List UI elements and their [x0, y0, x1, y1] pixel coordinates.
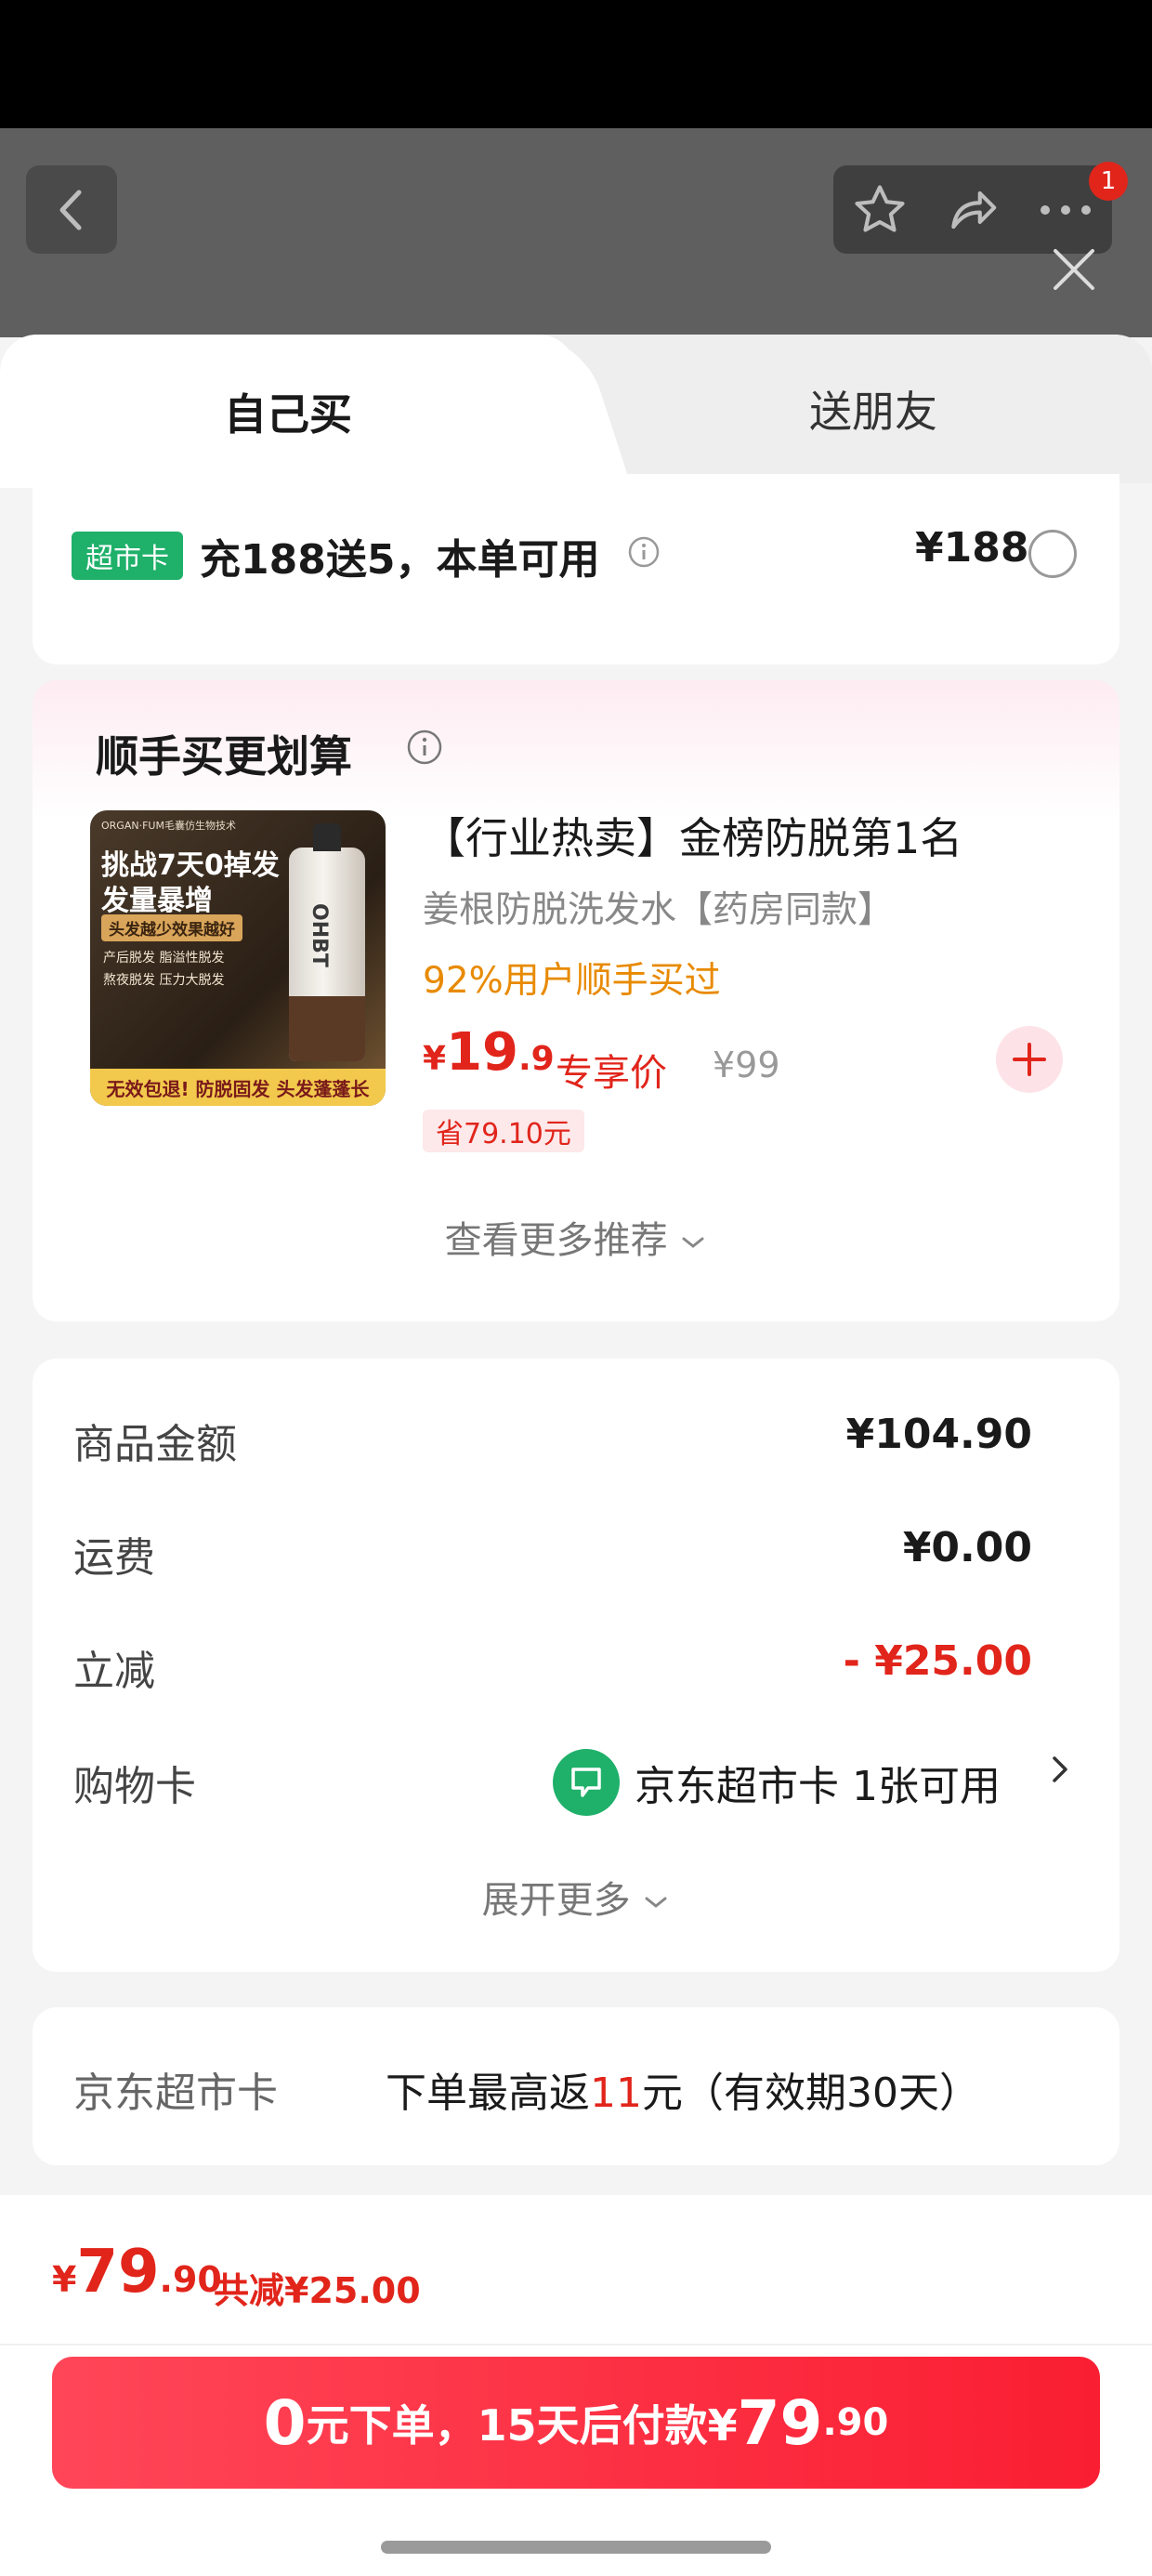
checkout-sheet: 自己买 送朋友 超市卡 充188送5，本单可用 ¥188 顺手买更划算 ORGA… — [0, 335, 1152, 2576]
product-image-headline-2: 发量暴增 — [101, 885, 213, 917]
submit-text: 元下单，15天后付款¥ — [306, 2400, 738, 2451]
plus-icon — [1013, 1043, 1046, 1076]
product-image-bullet-2: 熬夜脱发 压力大脱发 — [103, 973, 225, 988]
shipping-value: ¥0.00 — [902, 1524, 1032, 1571]
favorite-button[interactable] — [833, 165, 926, 254]
star-icon — [855, 184, 905, 232]
tab-self-buy[interactable]: 自己买 — [0, 335, 576, 488]
submit-amount-int: 79 — [737, 2386, 823, 2459]
total-currency: ¥ — [52, 2259, 77, 2300]
info-icon[interactable] — [627, 535, 661, 569]
see-more-recommendations[interactable]: 查看更多推荐 — [33, 1210, 1119, 1264]
product-image[interactable]: ORGAN·FUM毛囊仿生物技术 挑战7天0掉发 发量暴增 头发越少效果越好 产… — [90, 810, 386, 1106]
header-actions — [833, 165, 1112, 254]
subtotal-value: ¥104.90 — [845, 1411, 1032, 1458]
home-indicator[interactable] — [381, 2541, 771, 2554]
submit-zero: 0 — [263, 2386, 307, 2459]
chevron-down-icon — [645, 1897, 667, 1908]
total-integer: 79 — [76, 2238, 160, 2307]
share-button[interactable] — [926, 165, 1019, 254]
product-subtitle: 姜根防脱洗发水【药房同款】 — [423, 889, 895, 931]
notification-badge: 1 — [1089, 162, 1128, 201]
discount-value: - ¥25.00 — [843, 1637, 1032, 1685]
topup-price: ¥188 — [915, 524, 1029, 572]
product-bought-rate: 92%用户顺手买过 — [423, 960, 721, 1002]
submit-amount-dec: .90 — [822, 2401, 889, 2444]
product-image-caption: ORGAN·FUM毛囊仿生物技术 — [101, 820, 236, 832]
product-price: ¥19.9 — [423, 1022, 555, 1083]
more-dots-icon — [1041, 204, 1091, 215]
recommendation-card: 顺手买更划算 ORGAN·FUM毛囊仿生物技术 挑战7天0掉发 发量暴增 头发越… — [33, 680, 1119, 1321]
discount-label: 立减 — [73, 1648, 155, 1695]
expand-more[interactable]: 展开更多 — [33, 1870, 1119, 1924]
rebate-amount: 11 — [590, 2070, 642, 2117]
rebate-label: 京东超市卡 — [73, 2070, 278, 2117]
product-image-tag: 头发越少效果越好 — [101, 914, 242, 941]
rebate-text-post: 元（有效期30天） — [642, 2070, 980, 2117]
order-summary-card: 商品金额 ¥104.90 运费 ¥0.00 立减 - ¥25.00 购物卡 京东… — [33, 1359, 1119, 1972]
recommendation-title: 顺手买更划算 — [96, 731, 352, 782]
close-icon — [1054, 249, 1094, 290]
total-decimal: .90 — [159, 2259, 222, 2300]
see-more-label: 查看更多推荐 — [444, 1219, 668, 1262]
topup-radio[interactable] — [1028, 530, 1077, 578]
back-button[interactable] — [26, 165, 117, 254]
exclusive-price-label: 专享价 — [556, 1052, 667, 1095]
price-integer: 19 — [446, 1022, 518, 1083]
product-image-banner: 无效包退! 防脱固发 头发蓬蓬长 — [90, 1069, 386, 1106]
topup-offer-text: 充188送5，本单可用 — [200, 536, 600, 584]
status-bar — [0, 0, 1152, 128]
tab-gift-friend[interactable]: 送朋友 — [595, 335, 1152, 483]
rebate-text-pre: 下单最高返 — [386, 2070, 590, 2117]
submit-order-button[interactable]: 0 元下单，15天后付款¥ 79.90 — [52, 2357, 1100, 2489]
shopping-card-value[interactable]: 京东超市卡 1张可用 — [635, 1753, 1001, 1812]
original-price: ¥99 — [713, 1045, 780, 1085]
add-to-order-button[interactable] — [996, 1026, 1063, 1093]
product-image-bullet-1: 产后脱发 脂溢性脱发 — [103, 951, 225, 966]
shopping-card-label: 购物卡 — [73, 1763, 196, 1810]
bottle-brand: OHBT — [308, 903, 331, 967]
close-button[interactable] — [1046, 242, 1102, 297]
chevron-right-icon[interactable] — [1049, 1749, 1071, 1800]
rebate-card: 京东超市卡 下单最高返11元（有效期30天） — [33, 2007, 1119, 2165]
bottom-action-bar: ¥79.90 共减¥25.00 0 元下单，15天后付款¥ 79.90 — [0, 2195, 1152, 2576]
share-icon — [951, 191, 997, 229]
bottle-pump — [313, 823, 341, 851]
price-currency: ¥ — [423, 1040, 447, 1078]
expand-more-label: 展开更多 — [481, 1879, 631, 1922]
product-title[interactable]: 【行业热卖】金榜防脱第1名 — [423, 805, 962, 866]
jd-supermarket-card-icon — [553, 1749, 620, 1816]
product-bottle: OHBT — [289, 823, 365, 1061]
subtotal-label: 商品金额 — [73, 1421, 237, 1468]
total-saved: 共减¥25.00 — [214, 2270, 421, 2311]
info-icon[interactable] — [406, 729, 443, 766]
savings-tag: 省79.10元 — [423, 1110, 584, 1152]
supermarket-card-topup: 超市卡 充188送5，本单可用 ¥188 — [33, 474, 1119, 664]
supermarket-card-badge: 超市卡 — [72, 532, 183, 580]
shipping-label: 运费 — [73, 1534, 155, 1582]
card-icon — [571, 1768, 601, 1797]
chevron-left-icon — [59, 190, 82, 230]
rebate-text: 下单最高返11元（有效期30天） — [386, 2059, 980, 2119]
divider — [0, 2344, 1152, 2346]
bottle-label — [289, 996, 365, 1061]
order-total: ¥79.90 — [52, 2238, 222, 2307]
price-decimal: .9 — [518, 1040, 555, 1078]
chevron-down-icon — [682, 1237, 704, 1248]
